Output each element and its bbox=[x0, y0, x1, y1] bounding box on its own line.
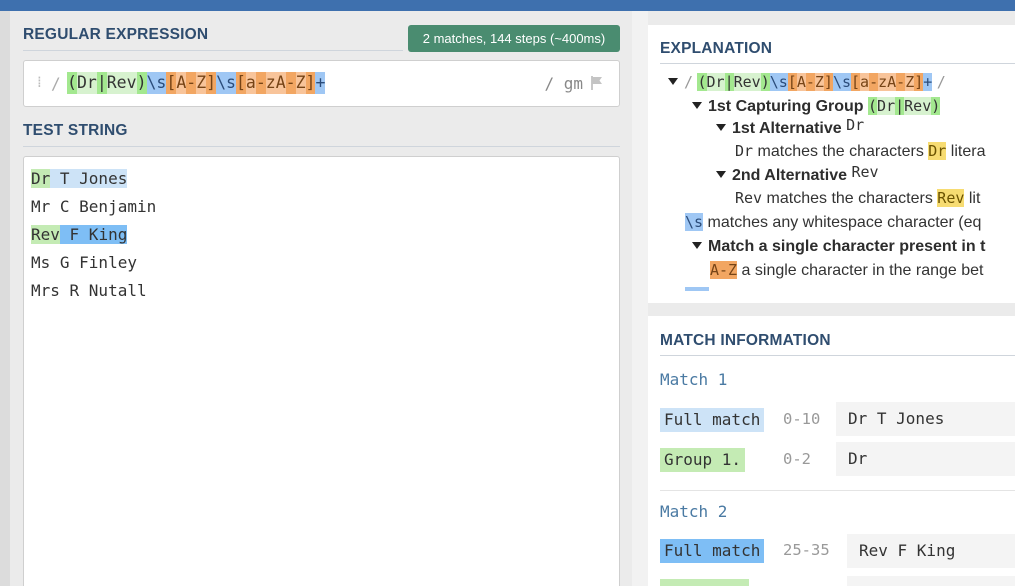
line-3-group-match: Rev bbox=[31, 225, 60, 244]
regex-token: - bbox=[255, 72, 266, 94]
regex-token: Dr bbox=[76, 72, 97, 94]
regex-token: ) bbox=[136, 72, 147, 94]
grip-icon[interactable]: ⁞ bbox=[37, 75, 42, 90]
regex-token: - bbox=[285, 72, 296, 94]
line-3-full-match: F King bbox=[59, 225, 128, 244]
test-line: Dr T Jones bbox=[31, 165, 156, 193]
match-1-full-range: 0-10 bbox=[783, 410, 821, 428]
match-1-label: Match 1 bbox=[660, 370, 728, 389]
match-1-group-1-chip[interactable]: Group 1. bbox=[660, 448, 746, 472]
match-stats-badge: 2 matches, 144 steps (~400ms) bbox=[408, 25, 620, 52]
left-gutter bbox=[0, 11, 10, 586]
collapse-triangle-icon[interactable] bbox=[692, 102, 702, 109]
explanation-alt-1[interactable]: 1st Alternative Dr bbox=[716, 116, 864, 138]
test-line: Ms G Finley bbox=[31, 253, 137, 272]
explanation-heading: EXPLANATION bbox=[660, 40, 773, 57]
match-information-heading: MATCH INFORMATION bbox=[660, 332, 831, 349]
match-2-group-value-partial bbox=[847, 576, 1015, 586]
regex-token: A bbox=[275, 72, 286, 94]
explanation-alt-1-desc: Dr matches the characters Dr litera bbox=[735, 142, 986, 160]
match-1-group-value[interactable]: Dr bbox=[836, 442, 1015, 476]
explanation-whitespace: \s matches any whitespace character (eq bbox=[685, 213, 982, 231]
regex-token: Z bbox=[295, 72, 306, 94]
regex-token: ] bbox=[206, 72, 217, 94]
flag-icon[interactable] bbox=[589, 75, 605, 91]
explanation-alt-2[interactable]: 2nd Alternative Rev bbox=[716, 163, 879, 185]
match-2-full-range: 25-35 bbox=[783, 541, 830, 559]
regex-token: \s bbox=[146, 72, 167, 94]
regex-tokens[interactable]: (Dr|Rev)\s[A-Z]\s[a-zA-Z]+ bbox=[67, 72, 326, 94]
regex-token: ( bbox=[67, 72, 77, 94]
collapse-triangle-icon[interactable] bbox=[716, 171, 726, 178]
match-2-label: Match 2 bbox=[660, 502, 728, 521]
regex-token: ] bbox=[305, 72, 316, 94]
explanation-group-1[interactable]: 1st Capturing Group (Dr|Rev) bbox=[692, 97, 941, 116]
regex-token: - bbox=[186, 72, 197, 94]
regex-token: [ bbox=[166, 72, 177, 94]
regex-token: Rev bbox=[106, 72, 137, 94]
regex-token: \s bbox=[216, 72, 236, 94]
regex-flags[interactable]: / gm bbox=[544, 74, 583, 93]
regex-input[interactable]: ⁞ / (Dr|Rev)\s[A-Z]\s[a-zA-Z]+ / gm bbox=[23, 60, 620, 107]
line-1-group-match: Dr bbox=[31, 169, 51, 188]
match-1-full-match-chip[interactable]: Full match bbox=[660, 408, 765, 432]
regex-heading: REGULAR EXPRESSION bbox=[23, 26, 209, 43]
match-1-group-range: 0-2 bbox=[783, 450, 811, 468]
panel-divider[interactable] bbox=[632, 11, 648, 586]
match-separator bbox=[660, 490, 1015, 491]
line-1-full-match: T Jones bbox=[50, 169, 128, 188]
explanation-heading-rule bbox=[660, 63, 1015, 64]
test-line: Mrs R Nutall bbox=[31, 281, 147, 300]
collapse-triangle-icon[interactable] bbox=[716, 124, 726, 131]
collapse-triangle-icon[interactable] bbox=[668, 78, 678, 85]
explanation-alt-2-desc: Rev matches the characters Rev lit bbox=[735, 189, 981, 207]
match-information-heading-rule bbox=[660, 355, 1015, 356]
regex-token: a bbox=[245, 72, 256, 94]
explanation-range: A-Z a single character in the range bet bbox=[710, 261, 984, 279]
top-bar bbox=[0, 0, 1015, 11]
test-string-heading: TEST STRING bbox=[23, 122, 128, 139]
match-1-full-value[interactable]: Dr T Jones bbox=[836, 402, 1015, 436]
regex-token: z bbox=[265, 72, 276, 94]
collapse-triangle-icon[interactable] bbox=[692, 242, 702, 249]
test-string-lines[interactable]: Dr T Jones Mr C Benjamin Rev F King Ms G… bbox=[31, 165, 156, 305]
explanation-char-set[interactable]: Match a single character present in t bbox=[692, 238, 985, 256]
match-2-group-1-chip-partial[interactable] bbox=[660, 579, 749, 586]
regex-token: A bbox=[176, 72, 187, 94]
test-string-input[interactable]: Dr T Jones Mr C Benjamin Rev F King Ms G… bbox=[23, 156, 620, 586]
regex-heading-rule bbox=[23, 50, 403, 51]
match-2-full-value[interactable]: Rev F King bbox=[847, 534, 1015, 568]
match-2-full-match-chip[interactable]: Full match bbox=[660, 539, 765, 563]
regex-token: [ bbox=[235, 72, 246, 94]
test-line: Mr C Benjamin bbox=[31, 197, 157, 216]
regex-token: + bbox=[315, 72, 326, 94]
explanation-root-regex: (Dr|Rev)\s[A-Z]\s[a-zA-Z]+ bbox=[697, 73, 933, 91]
explanation-root[interactable]: / (Dr|Rev)\s[A-Z]\s[a-zA-Z]+ / bbox=[668, 73, 946, 92]
test-line: Rev F King bbox=[31, 221, 156, 249]
regex-token: Z bbox=[196, 72, 207, 94]
explanation-overflow-row bbox=[685, 287, 709, 291]
regex-delimiter-open: / bbox=[51, 74, 61, 93]
test-string-heading-rule bbox=[23, 146, 620, 147]
regex-token: | bbox=[96, 72, 107, 94]
